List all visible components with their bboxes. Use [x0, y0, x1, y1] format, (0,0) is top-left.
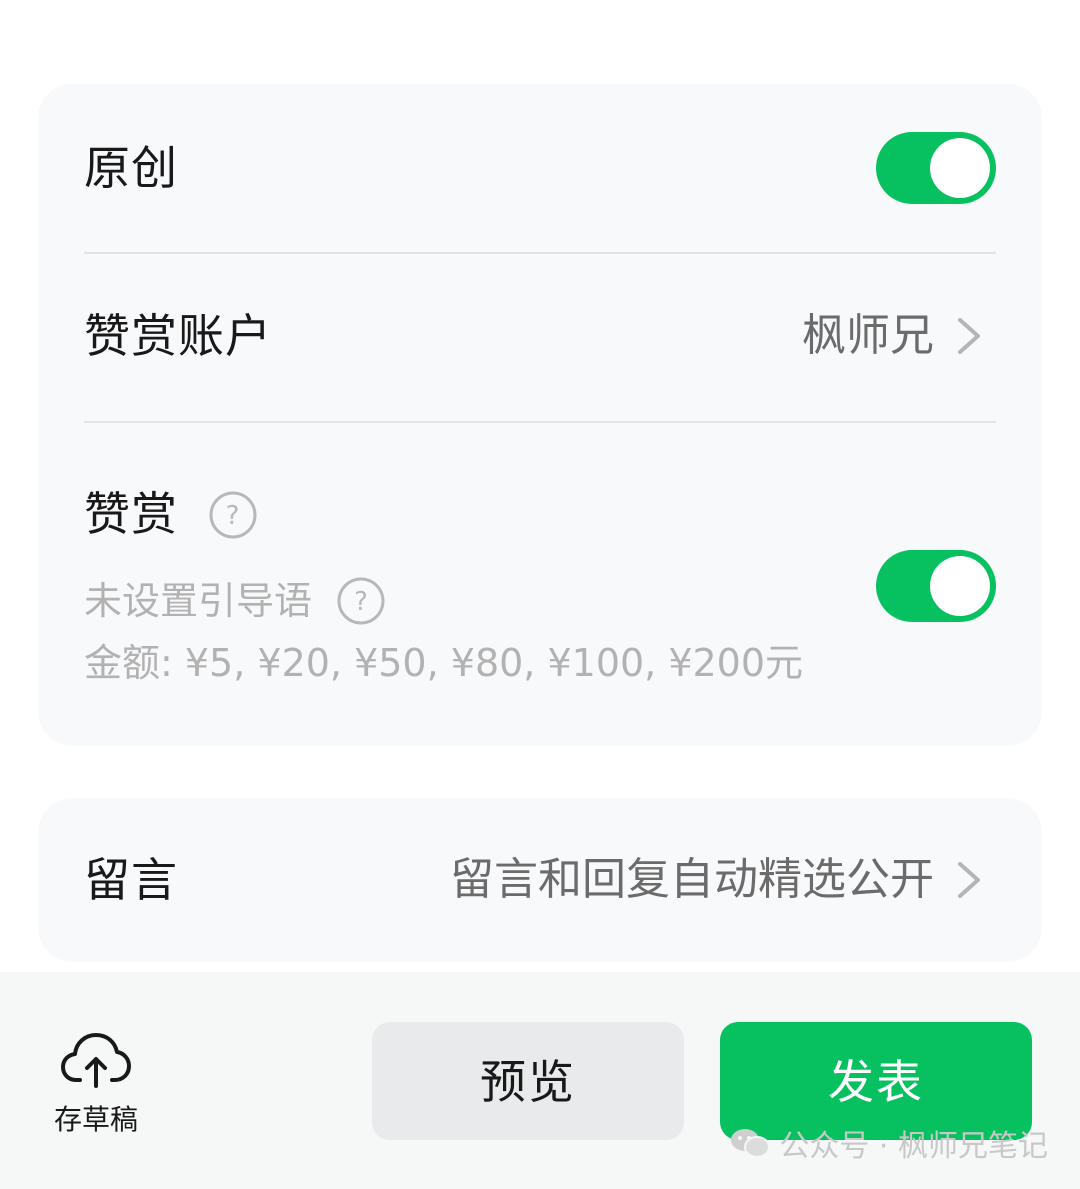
- watermark-text: 公众号 · 枫师兄笔记: [779, 1129, 1048, 1164]
- cloud-upload-icon: [61, 1033, 131, 1088]
- row-reward-account[interactable]: 赞赏账户 枫师兄: [84, 306, 996, 366]
- comments-value: 留言和回复自动精选公开: [450, 854, 934, 905]
- comments-label: 留言: [84, 853, 178, 907]
- settings-card-primary: 原创 赞赏账户 枫师兄 赞赏 ? 未设置引导语 ? 金额: ¥5, ¥20, ¥…: [38, 84, 1042, 746]
- save-draft-button[interactable]: 存草稿: [44, 1030, 148, 1138]
- reward-amounts: 金额: ¥5, ¥20, ¥50, ¥80, ¥100, ¥200元: [84, 641, 804, 685]
- reward-guide-text: 未设置引导语: [84, 579, 313, 623]
- row-reward: 赞赏 ? 未设置引导语 ? 金额: ¥5, ¥20, ¥50, ¥80, ¥10…: [84, 480, 996, 700]
- row-comments[interactable]: 留言 留言和回复自动精选公开: [84, 850, 996, 910]
- reward-label: 赞赏 ?: [84, 484, 258, 544]
- original-label: 原创: [84, 141, 178, 195]
- reward-account-label: 赞赏账户: [84, 309, 272, 363]
- chevron-right-icon: [958, 862, 980, 898]
- row-original[interactable]: 原创: [84, 132, 996, 204]
- wechat-icon: [731, 1129, 771, 1158]
- toggle-knob: [930, 138, 990, 198]
- preview-button[interactable]: 预览: [372, 1022, 684, 1140]
- reward-toggle[interactable]: [876, 550, 996, 622]
- settings-card-comments: 留言 留言和回复自动精选公开: [38, 798, 1042, 962]
- reward-guide: 未设置引导语 ?: [84, 576, 386, 626]
- divider: [84, 421, 996, 423]
- original-toggle[interactable]: [876, 132, 996, 204]
- help-icon[interactable]: ?: [208, 490, 258, 540]
- bottom-action-bar: 存草稿 预览 发表 公众号 · 枫师兄笔记: [0, 972, 1080, 1189]
- svg-text:?: ?: [354, 587, 368, 617]
- chevron-right-icon: [958, 318, 980, 354]
- svg-text:?: ?: [225, 501, 240, 531]
- divider: [84, 252, 996, 254]
- toggle-knob: [930, 556, 990, 616]
- publish-settings-page: 原创 赞赏账户 枫师兄 赞赏 ? 未设置引导语 ? 金额: ¥5, ¥20, ¥…: [0, 0, 1080, 1189]
- watermark: 公众号 · 枫师兄笔记: [729, 1121, 1048, 1165]
- save-draft-label: 存草稿: [53, 1103, 138, 1136]
- reward-label-text: 赞赏: [84, 487, 178, 541]
- help-icon[interactable]: ?: [336, 576, 386, 626]
- reward-account-value: 枫师兄: [802, 310, 934, 361]
